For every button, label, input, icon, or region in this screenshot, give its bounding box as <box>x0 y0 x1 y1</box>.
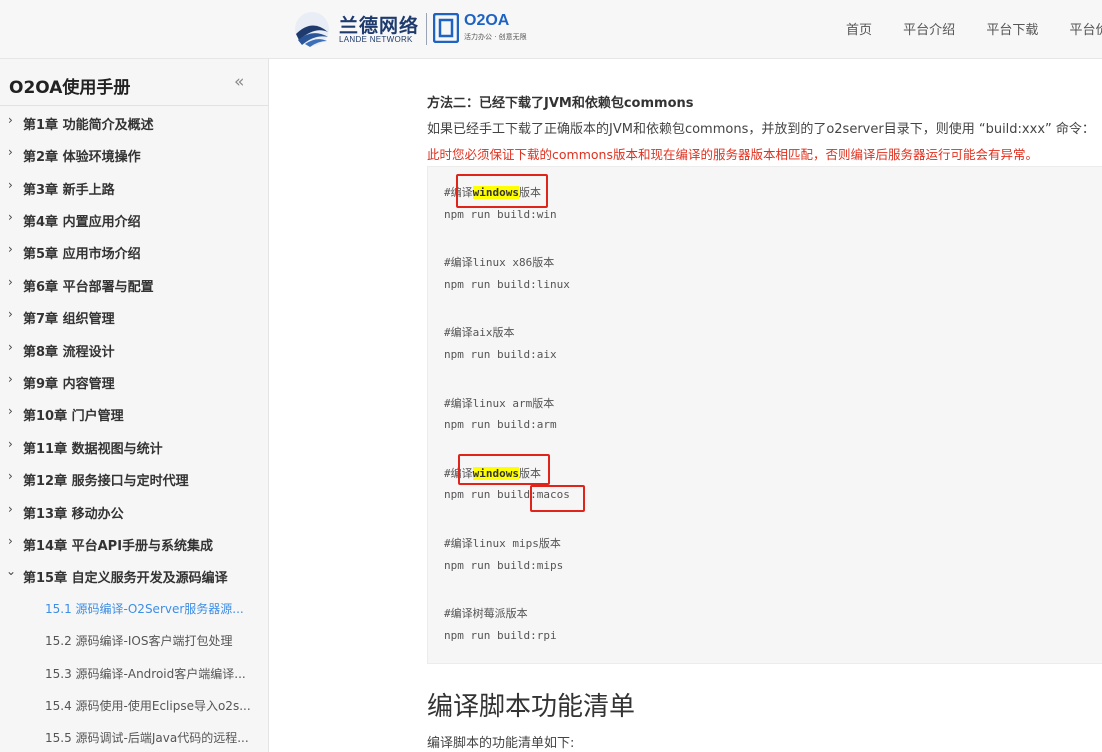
code-command-prefix: npm run build: <box>444 488 537 501</box>
toc-chapter-label: 第13章 移动办公 <box>23 507 124 522</box>
chevron-right-icon: › <box>8 404 13 418</box>
toc-chapter-12[interactable]: › 第12章 服务接口与定时代理 <box>0 466 268 490</box>
toc-chapter-8[interactable]: › 第8章 流程设计 <box>0 337 268 361</box>
chevron-right-icon: › <box>8 145 13 159</box>
doc-content: 方法二：已经下载了JVM和依赖包commons 如果已经手工下载了正确版本的JV… <box>269 59 1102 752</box>
method-description: 如果已经手工下载了正确版本的JVM和依赖包commons，并放到的了o2serv… <box>427 122 1095 137</box>
toc-chapter-label: 第14章 平台API手册与系统集成 <box>23 539 214 554</box>
chevron-right-icon: › <box>8 178 13 192</box>
toc-chapter-6[interactable]: › 第6章 平台部署与配置 <box>0 272 268 296</box>
collapse-sidebar-icon[interactable]: « <box>234 72 244 92</box>
code-block[interactable]: #编译windows版本 npm run build:win #编译linux … <box>427 166 1102 664</box>
code-comment-line: #编译树莓派版本 <box>444 607 528 620</box>
section-description: 编译脚本的功能清单如下: <box>427 736 575 751</box>
toc-subitem-15-2[interactable]: 15.2 源码编译-IOS客户端打包处理 <box>45 632 232 649</box>
method-title: 方法二：已经下载了JVM和依赖包commons <box>427 96 694 111</box>
toc-chapter-label: 第12章 服务接口与定时代理 <box>23 474 189 489</box>
warning-text: 此时您必须保证下载的commons版本和现在编译的服务器版本相匹配，否则编译后服… <box>427 147 1038 162</box>
code-command-line: npm run build:aix <box>444 348 557 361</box>
toc-chapter-label: 第10章 门户管理 <box>23 409 124 424</box>
sidebar-toc: O2OA使用手册 « › 第1章 功能简介及概述 › 第2章 体验环境操作 › … <box>0 59 269 752</box>
brand-name: 兰德网络 <box>339 15 420 37</box>
chevron-right-icon: › <box>8 307 13 321</box>
toc-chapter-label: 第3章 新手上路 <box>23 183 115 198</box>
toc-chapter-11[interactable]: › 第11章 数据视图与统计 <box>0 434 268 458</box>
annotation-box <box>530 485 585 512</box>
chevron-right-icon: › <box>8 275 13 289</box>
chevron-right-icon: › <box>8 534 13 548</box>
chevron-right-icon: › <box>8 437 13 451</box>
lande-logo-icon[interactable] <box>293 10 331 48</box>
toc-chapter-label: 第4章 内置应用介绍 <box>23 215 141 230</box>
code-command-line: npm run build:rpi <box>444 629 557 642</box>
code-command-line: npm run build:arm <box>444 418 557 431</box>
toc-subitem-15-1[interactable]: 15.1 源码编译-O2Server服务器源... <box>45 600 244 617</box>
code-command-line: npm run build:linux <box>444 278 570 291</box>
code-comment-line: #编译aix版本 <box>444 326 515 339</box>
chevron-right-icon: › <box>8 210 13 224</box>
toc-chapter-2[interactable]: › 第2章 体验环境操作 <box>0 142 268 166</box>
code-comment-line: #编译linux x86版本 <box>444 256 555 269</box>
toc-subitem-15-3[interactable]: 15.3 源码编译-Android客户端编译... <box>45 665 246 682</box>
toc-chapter-label: 第8章 流程设计 <box>23 345 115 360</box>
toc-subitem-15-4[interactable]: 15.4 源码使用-使用Eclipse导入o2s... <box>45 697 251 714</box>
chevron-right-icon: › <box>8 340 13 354</box>
toc-chapter-15[interactable]: ⌄ 第15章 自定义服务开发及源码编译 <box>0 563 268 587</box>
toc-chapter-3[interactable]: › 第3章 新手上路 <box>0 175 268 199</box>
chevron-down-icon: ⌄ <box>6 564 17 578</box>
product-slogan: 活力办公 · 创意无限 <box>464 33 527 41</box>
toc-chapter-9[interactable]: › 第9章 内容管理 <box>0 369 268 393</box>
product-name: O2OA <box>464 12 510 29</box>
toc-chapter-label: 第5章 应用市场介绍 <box>23 247 141 262</box>
code-command-line: npm run build:win <box>444 208 557 221</box>
o2oa-logo-icon[interactable] <box>433 13 459 43</box>
toc-chapter-5[interactable]: › 第5章 应用市场介绍 <box>0 239 268 263</box>
toc-chapter-label: 第2章 体验环境操作 <box>23 150 141 165</box>
nav-home[interactable]: 首页 <box>846 19 872 38</box>
toc-chapter-13[interactable]: › 第13章 移动办公 <box>0 499 268 523</box>
top-header: 兰德网络 LANDE NETWORK O2OA 活力办公 · 创意无限 首页 平… <box>0 0 1102 59</box>
chevron-right-icon: › <box>8 372 13 386</box>
toc-chapter-label: 第7章 组织管理 <box>23 312 115 327</box>
annotation-box <box>458 454 550 485</box>
toc-chapter-label: 第9章 内容管理 <box>23 377 115 392</box>
code-comment-line: #编译linux arm版本 <box>444 397 555 410</box>
toc-chapter-label: 第1章 功能简介及概述 <box>23 118 154 133</box>
toc-chapter-7[interactable]: › 第7章 组织管理 <box>0 304 268 328</box>
toc-chapter-label: 第11章 数据视图与统计 <box>23 442 163 457</box>
nav-platform-download[interactable]: 平台下载 <box>986 19 1038 38</box>
top-nav: 首页 平台介绍 平台下载 平台价 <box>846 19 1102 38</box>
toc-chapter-label: 第6章 平台部署与配置 <box>23 280 154 295</box>
chevron-right-icon: › <box>8 502 13 516</box>
sidebar-header: O2OA使用手册 « <box>0 59 268 106</box>
toc-chapter-4[interactable]: › 第4章 内置应用介绍 <box>0 207 268 231</box>
section-heading: 编译脚本功能清单 <box>427 692 636 722</box>
code-command-line: npm run build:mips <box>444 559 564 572</box>
chevron-right-icon: › <box>8 242 13 256</box>
chevron-right-icon: › <box>8 113 13 127</box>
toc-chapter-label: 第15章 自定义服务开发及源码编译 <box>23 571 228 586</box>
nav-platform-intro[interactable]: 平台介绍 <box>903 19 955 38</box>
annotation-box <box>456 174 548 208</box>
nav-platform-price[interactable]: 平台价 <box>1069 19 1102 38</box>
toc-chapter-1[interactable]: › 第1章 功能简介及概述 <box>0 110 268 134</box>
toc-chapter-14[interactable]: › 第14章 平台API手册与系统集成 <box>0 531 268 555</box>
toc-subitem-15-5[interactable]: 15.5 源码调试-后端Java代码的远程... <box>45 729 249 746</box>
manual-title: O2OA使用手册 <box>9 78 131 98</box>
toc-chapter-10[interactable]: › 第10章 门户管理 <box>0 401 268 425</box>
code-comment-line: #编译linux mips版本 <box>444 537 561 550</box>
brand-subtitle: LANDE NETWORK <box>339 35 413 44</box>
chevron-right-icon: › <box>8 469 13 483</box>
logo-divider <box>426 13 427 45</box>
